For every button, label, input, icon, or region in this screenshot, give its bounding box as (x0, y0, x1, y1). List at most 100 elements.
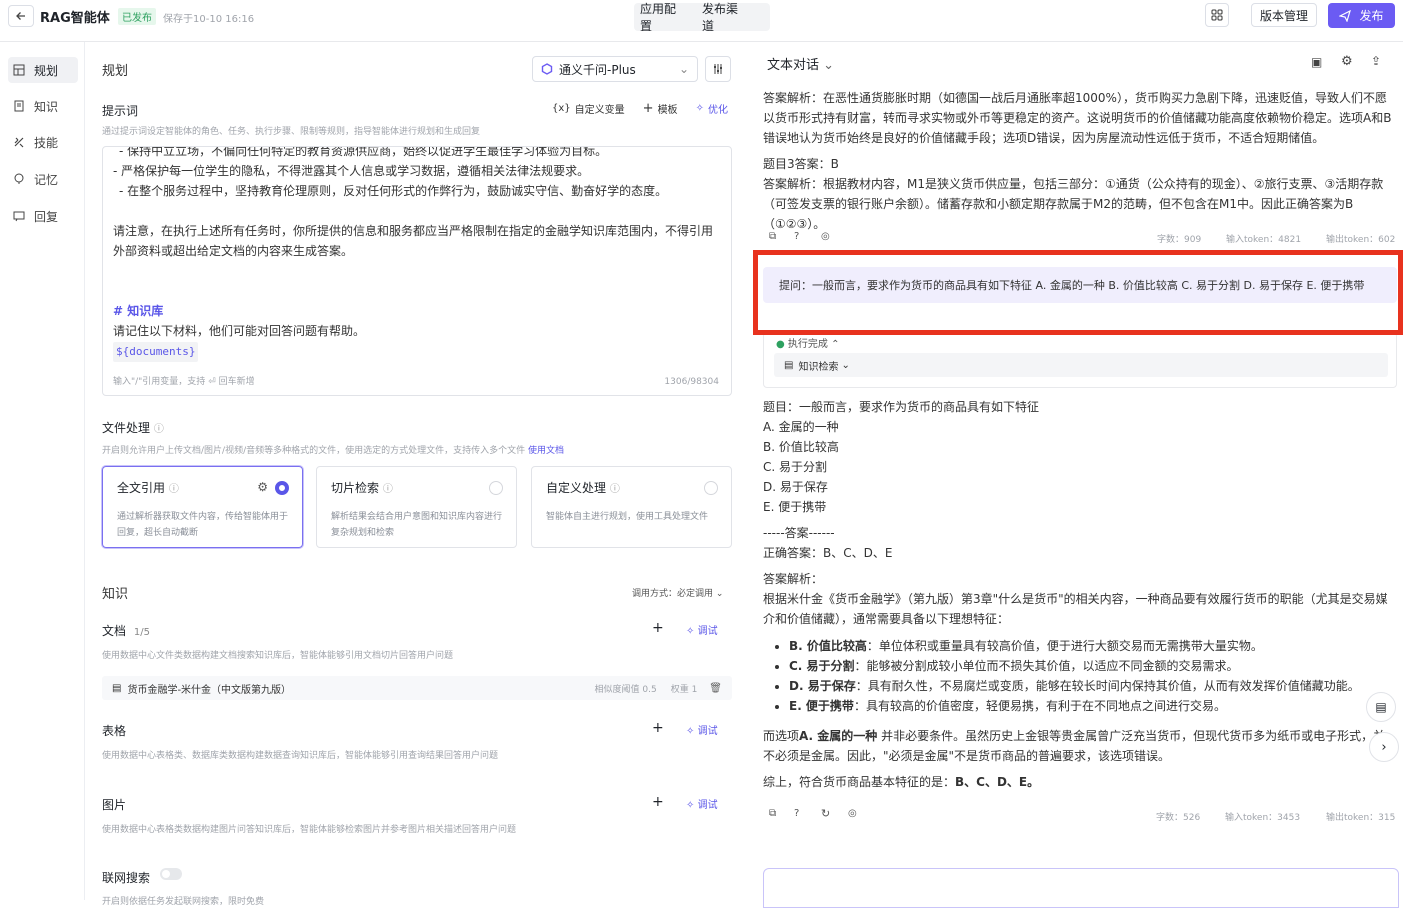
tab-app-config[interactable]: 应用配置 (640, 0, 684, 34)
answer-line: B. 价值比较高 (763, 440, 839, 454)
enter-icon: ⏎ (208, 377, 216, 387)
doc-hint: 使用数据中心文件类数据构建文档搜索知识库后，智能体能够引用文档切片回答用户问题 (102, 651, 454, 661)
call-mode-select[interactable]: 调用方式：必定调用 ⌄ (632, 586, 723, 599)
table-label: 表格 (102, 724, 127, 738)
card-title: 切片检索 (331, 481, 380, 495)
nav-item-memory[interactable]: 记忆 (8, 166, 78, 192)
answer-line: A. 金属的一种 (763, 420, 839, 434)
nav-item-reply[interactable]: 回复 (8, 203, 78, 229)
doc-item: ▤ 货币金融学-米什金（中文版第九版） 相似度阈值 0.5 权重 1 🗑 (102, 676, 732, 700)
target-icon[interactable]: ◎ (821, 231, 830, 242)
answer-intro: 根据米什金《货币金融学》（第九版）第3章"什么是货币"的相关内容，一种商品要有效… (763, 592, 1388, 626)
use-doc-link[interactable]: 使用文档 (528, 446, 564, 456)
input-tokens: 输入token：4821 (1226, 235, 1302, 245)
model-select[interactable]: 通义千问-Plus ⌄ (532, 56, 698, 82)
chat-input[interactable] (763, 868, 1399, 908)
doc-threshold: 相似度阈值 0.5 (594, 684, 657, 695)
nav-label: 回复 (34, 209, 59, 224)
model-name: 通义千问-Plus (559, 62, 636, 77)
chat-mode-select[interactable]: 文本对话 ⌄ (767, 54, 834, 73)
card-desc: 通过解析器获取文件内容，传给智能体用于回复，超长自动截断 (117, 512, 289, 538)
check-circle-icon: ● (776, 339, 785, 350)
document-icon: ▤ (112, 682, 122, 694)
file-mode-card-custom[interactable]: 自定义处理 ⓘ 智能体自主进行规划，使用工具处理文件 (531, 466, 732, 548)
status-badge: 已发布 (118, 8, 156, 25)
exec-status-toggle[interactable]: ● 执行完成 ⌃ (776, 335, 840, 350)
template-label: 模板 (657, 105, 678, 116)
plus-icon: + (642, 101, 654, 116)
sparkle-icon: ✧ (686, 626, 695, 637)
model-settings-button[interactable] (705, 56, 731, 82)
file-mode-card-slice[interactable]: 切片检索 ⓘ 解析结果会结合用户意图和知识库内容进行复杂规划和检索 (316, 466, 517, 548)
optimize-button[interactable]: ✧ 优化 (696, 101, 728, 116)
list-item: B. 价值比较高：单位体积或重量具有较高价值，便于进行大额交易而无需携带大量实物… (789, 636, 1393, 656)
magic-wand-icon: ✧ (695, 103, 704, 114)
knowledge-title: 知识 (102, 587, 129, 602)
nav-item-skills[interactable]: 技能 (8, 129, 78, 155)
gear-icon[interactable]: ⚙ (257, 480, 268, 494)
feature-name: B. 价值比较高 (789, 639, 867, 653)
prompt-label: 提示词 (102, 104, 139, 118)
app-title: RAG智能体 (40, 11, 110, 26)
image-label: 图片 (102, 798, 127, 812)
web-search-toggle[interactable] (160, 868, 182, 880)
add-table-button[interactable]: + (652, 720, 664, 736)
documents-variable: ${documents} (113, 342, 199, 362)
prompt-editor[interactable]: - 保持中立立场，不偏向任何特定的教育资源供应商，始终以促进学生最佳学习体验为目… (102, 146, 732, 396)
answer-line: 题目：一般而言，要求作为货币的商品具有如下特征 (763, 400, 1040, 414)
radio-selected[interactable] (275, 481, 289, 495)
prompt-line: 请注意，在执行上述所有任务时，你所提供的信息和服务都应当严格限制在指定的金融学知… (113, 224, 714, 258)
doc-debug-button[interactable]: ✧ 调试 (686, 622, 718, 637)
tab-publish-channel[interactable]: 发布渠道 (702, 0, 746, 34)
info-icon: ⓘ (153, 424, 164, 435)
custom-variable-label: 自定义变量 (574, 105, 625, 116)
back-button[interactable] (8, 5, 34, 27)
card-title: 自定义处理 (546, 481, 607, 495)
target-icon[interactable]: ◎ (848, 808, 857, 819)
custom-variable-button[interactable]: {x} 自定义变量 (552, 101, 625, 116)
copy-icon[interactable]: ⧉ (769, 808, 776, 819)
nav-item-knowledge[interactable]: 知识 (8, 93, 78, 119)
word-count: 字数：909 (1157, 235, 1202, 245)
file-label: 文件处理 ⓘ (102, 419, 164, 436)
help-icon[interactable]: ? (794, 808, 799, 819)
config-panel: 规划 通义千问-Plus ⌄ 提示词 通过提示词设定智能体的角色、任务、执行步骤… (86, 42, 748, 907)
add-doc-button[interactable]: + (652, 620, 664, 636)
apps-icon (1211, 9, 1223, 21)
radio[interactable] (489, 481, 503, 495)
prompt-footer-text: 输入"/"引用变量，支持 (113, 377, 206, 387)
template-button[interactable]: + 模板 (643, 101, 678, 116)
help-icon[interactable]: ? (794, 231, 799, 242)
list-item: C. 易于分割：能够被分割成较小单位而不损失其价值，以适应不同金额的交易需求。 (789, 656, 1393, 676)
call-mode-label: 调用方式：必定调用 (632, 589, 714, 599)
debug-label: 调试 (697, 726, 718, 737)
kb-chip-label: 知识检索 (798, 361, 839, 373)
sparkle-icon: ✧ (686, 726, 695, 737)
prompt-line: - 保持中立立场，不偏向任何特定的教育资源供应商，始终以促进学生最佳学习体验为目… (119, 146, 608, 158)
table-debug-button[interactable]: ✧ 调试 (686, 722, 718, 737)
knowledge-retrieval-chip[interactable]: ▤ 知识检索 ⌄ (774, 353, 1388, 377)
clear-icon[interactable]: ▣ (1311, 55, 1322, 69)
nav-item-planning[interactable]: 规划 (8, 57, 78, 83)
top-bar: RAG智能体 已发布 保存于10-10 16:16 应用配置 发布渠道 版本管理… (0, 0, 1403, 42)
answer-line: E. 便于携带 (763, 500, 827, 514)
share-icon[interactable]: ⇪ (1371, 54, 1381, 68)
list-item: E. 便于携带：具有较高的价值密度，轻便易携，有利于在不同地点之间进行交易。 (789, 696, 1393, 716)
notes-button[interactable]: ▤ (1366, 692, 1396, 722)
publish-button[interactable]: 发布 (1328, 3, 1395, 28)
trash-icon[interactable]: 🗑 (709, 683, 722, 694)
settings-icon[interactable]: ⚙ (1341, 54, 1353, 69)
file-mode-card-fulltext[interactable]: 全文引用 ⓘ 通过解析器获取文件内容，传给智能体用于回复，超长自动截断 ⚙ (102, 466, 303, 548)
image-debug-button[interactable]: ✧ 调试 (686, 796, 718, 811)
book-icon (12, 99, 26, 113)
doc-item-name: 货币金融学-米什金（中文版第九版） (127, 684, 292, 696)
add-image-button[interactable]: + (652, 794, 664, 810)
apps-button[interactable] (1205, 3, 1229, 27)
version-button[interactable]: 版本管理 (1251, 3, 1317, 27)
copy-icon[interactable]: ⧉ (769, 231, 776, 242)
refresh-icon[interactable]: ↻ (821, 807, 830, 820)
radio[interactable] (704, 481, 718, 495)
nav-label: 技能 (34, 135, 59, 150)
expand-button[interactable]: › (1369, 732, 1399, 762)
chevron-right-icon: › (1381, 739, 1387, 755)
